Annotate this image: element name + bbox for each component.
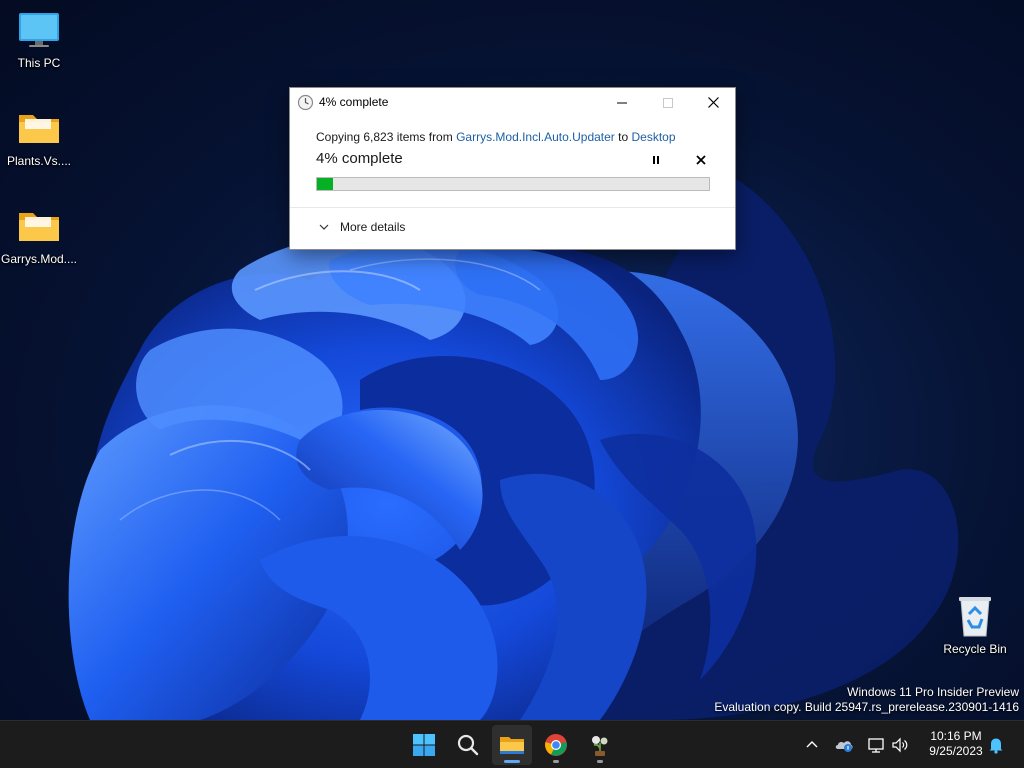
start-icon	[413, 734, 435, 756]
pause-icon	[653, 156, 659, 164]
copy-progress-dialog: 4% complete Copying 6,823 items from Gar…	[289, 87, 736, 250]
destination-link[interactable]: Desktop	[631, 130, 675, 144]
show-hidden-icons-button[interactable]	[802, 735, 822, 755]
recycle-bin-icon	[951, 594, 999, 638]
volume-icon	[892, 737, 908, 753]
taskbar-clock[interactable]: 10:16 PM 9/25/2023	[916, 729, 996, 759]
desktop-icon-label: Plants.Vs....	[6, 154, 72, 168]
dialog-title-bar[interactable]: 4% complete	[290, 88, 735, 117]
source-link[interactable]: Garrys.Mod.Incl.Auto.Updater	[456, 130, 615, 144]
desktop-icon-label: Garrys.Mod....	[0, 252, 77, 266]
close-icon	[707, 97, 719, 108]
maximize-button	[645, 88, 691, 117]
file-explorer-button[interactable]	[492, 725, 532, 765]
desktop-icon-recycle-bin[interactable]: Recycle Bin	[936, 594, 1014, 656]
desktop-icon-label: Recycle Bin	[943, 642, 1007, 656]
monitor-icon	[15, 8, 63, 52]
minimize-button[interactable]	[599, 88, 645, 117]
chrome-button[interactable]	[536, 725, 576, 765]
more-details-label: More details	[340, 220, 406, 234]
dialog-title: 4% complete	[319, 95, 389, 109]
progress-bar-fill	[317, 178, 333, 190]
running-indicator	[553, 760, 559, 763]
minimize-icon	[617, 102, 627, 103]
copy-description: Copying 6,823 items from Garrys.Mod.Incl…	[316, 130, 676, 144]
watermark-line-1: Windows 11 Pro Insider Preview	[847, 685, 1019, 699]
network-button[interactable]	[866, 735, 886, 755]
onedrive-icon	[835, 741, 853, 752]
folder-icon	[15, 204, 63, 248]
evaluation-watermark: Windows 11 Pro Insider Preview Evaluatio…	[714, 685, 1019, 715]
clock-icon	[297, 94, 314, 111]
maximize-icon	[663, 97, 673, 108]
copy-to-word: to	[614, 130, 632, 144]
chrome-icon	[545, 734, 567, 756]
app-button[interactable]	[580, 725, 620, 765]
network-icon	[868, 738, 884, 753]
copy-prefix: Copying 6,823 items from	[316, 130, 457, 144]
watermark-line-2: Evaluation copy. Build 25947.rs_prerelea…	[714, 700, 1019, 714]
volume-button[interactable]	[890, 735, 910, 755]
progress-heading: 4% complete	[316, 150, 403, 167]
app-icon	[592, 736, 608, 756]
search-icon	[457, 734, 479, 756]
desktop-icon-plants-folder[interactable]: Plants.Vs....	[0, 106, 78, 168]
bell-icon	[989, 738, 1003, 754]
chevron-down-icon	[319, 224, 329, 230]
desktop-icon-label: This PC	[17, 56, 61, 70]
close-icon	[696, 155, 706, 165]
taskbar: 10:16 PM 9/25/2023	[0, 720, 1024, 768]
desktop-icon-this-pc[interactable]: This PC	[0, 8, 78, 70]
folder-icon	[15, 106, 63, 150]
progress-bar	[316, 177, 710, 191]
clock-date: 9/25/2023	[929, 744, 983, 758]
cancel-copy-button[interactable]	[690, 150, 712, 170]
running-indicator	[597, 760, 603, 763]
search-button[interactable]	[448, 725, 488, 765]
desktop-icon-garrysmod-folder[interactable]: Garrys.Mod....	[0, 204, 78, 266]
file-explorer-icon	[500, 737, 524, 754]
clock-time: 10:16 PM	[930, 729, 982, 743]
more-details-toggle[interactable]: More details	[318, 220, 405, 234]
start-button[interactable]	[404, 725, 444, 765]
onedrive-button[interactable]	[834, 735, 854, 755]
running-indicator	[504, 760, 520, 763]
chevron-up-icon	[806, 741, 818, 748]
dialog-divider	[290, 207, 735, 208]
close-button[interactable]	[690, 88, 736, 117]
pause-button[interactable]	[645, 150, 667, 170]
notifications-button[interactable]	[986, 735, 1006, 755]
